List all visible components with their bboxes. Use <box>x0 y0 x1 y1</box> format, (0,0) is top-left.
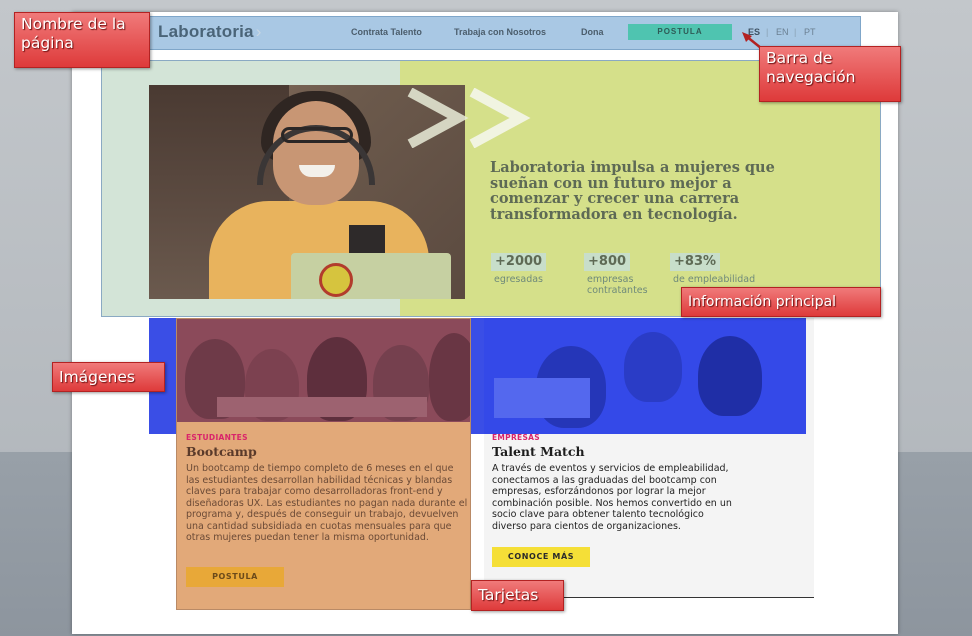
annotation-cards: Tarjetas <box>471 580 564 611</box>
card-bootcamp-image <box>177 319 470 422</box>
lang-en[interactable]: EN <box>776 27 789 37</box>
conoce-mas-button[interactable]: CONOCE MÁS <box>492 547 590 567</box>
hero-heading: Laboratoria impulsa a mujeres que sueñan… <box>490 159 775 223</box>
annotation-navbar: Barra de navegación <box>759 46 901 102</box>
brand-arrow-icon: › <box>255 22 262 41</box>
laptop-icon <box>291 253 451 299</box>
double-chevron-icon <box>407 88 531 148</box>
annotation-main-info: Información principal <box>681 287 881 317</box>
card-bootcamp-tag: ESTUDIANTES <box>186 433 248 442</box>
card-bootcamp-body: Un bootcamp de tiempo completo de 6 mese… <box>186 463 468 543</box>
nav-link-trabaja-con-nosotros[interactable]: Trabaja con Nosotros <box>454 27 546 37</box>
stat-empleabilidad-value: +83% <box>670 253 721 271</box>
laptop-sticker-icon <box>319 263 353 297</box>
stat-egresadas-label: egresadas <box>494 274 543 285</box>
nav-postula-button[interactable]: POSTULA <box>628 24 732 40</box>
annotation-images: Imágenes <box>52 362 165 392</box>
stat-empleabilidad-label: de empleabilidad <box>673 274 756 285</box>
lang-separator: | <box>794 27 797 37</box>
stat-egresadas-value: +2000 <box>491 253 547 271</box>
card-talent-match-title: Talent Match <box>492 444 585 459</box>
nav-link-dona[interactable]: Dona <box>581 27 604 37</box>
bootcamp-postula-button[interactable]: POSTULA <box>186 567 284 587</box>
glasses-icon <box>281 127 353 143</box>
stat-empresas-label: empresas contratantes <box>587 274 648 296</box>
brand-name: Laboratoria <box>158 22 254 41</box>
brand-logo[interactable]: Laboratoria › <box>158 22 262 42</box>
nav-link-contrata-talento[interactable]: Contrata Talento <box>351 27 422 37</box>
card-talent-match-image <box>484 318 806 434</box>
stat-empresas-value: +800 <box>584 253 631 271</box>
photo-person <box>624 332 682 402</box>
card-talent-match-tag: EMPRESAS <box>492 433 540 442</box>
photo-laptops <box>217 397 427 417</box>
card-bootcamp-title: Bootcamp <box>186 444 257 459</box>
photo-person <box>429 333 470 421</box>
photo-person <box>698 336 762 416</box>
annotation-page-name: Nombre de la página <box>14 12 150 68</box>
photo-laptop <box>494 378 590 418</box>
lang-pt[interactable]: PT <box>804 27 816 37</box>
card-talent-match-body: A través de eventos y servicios de emple… <box>492 463 732 532</box>
